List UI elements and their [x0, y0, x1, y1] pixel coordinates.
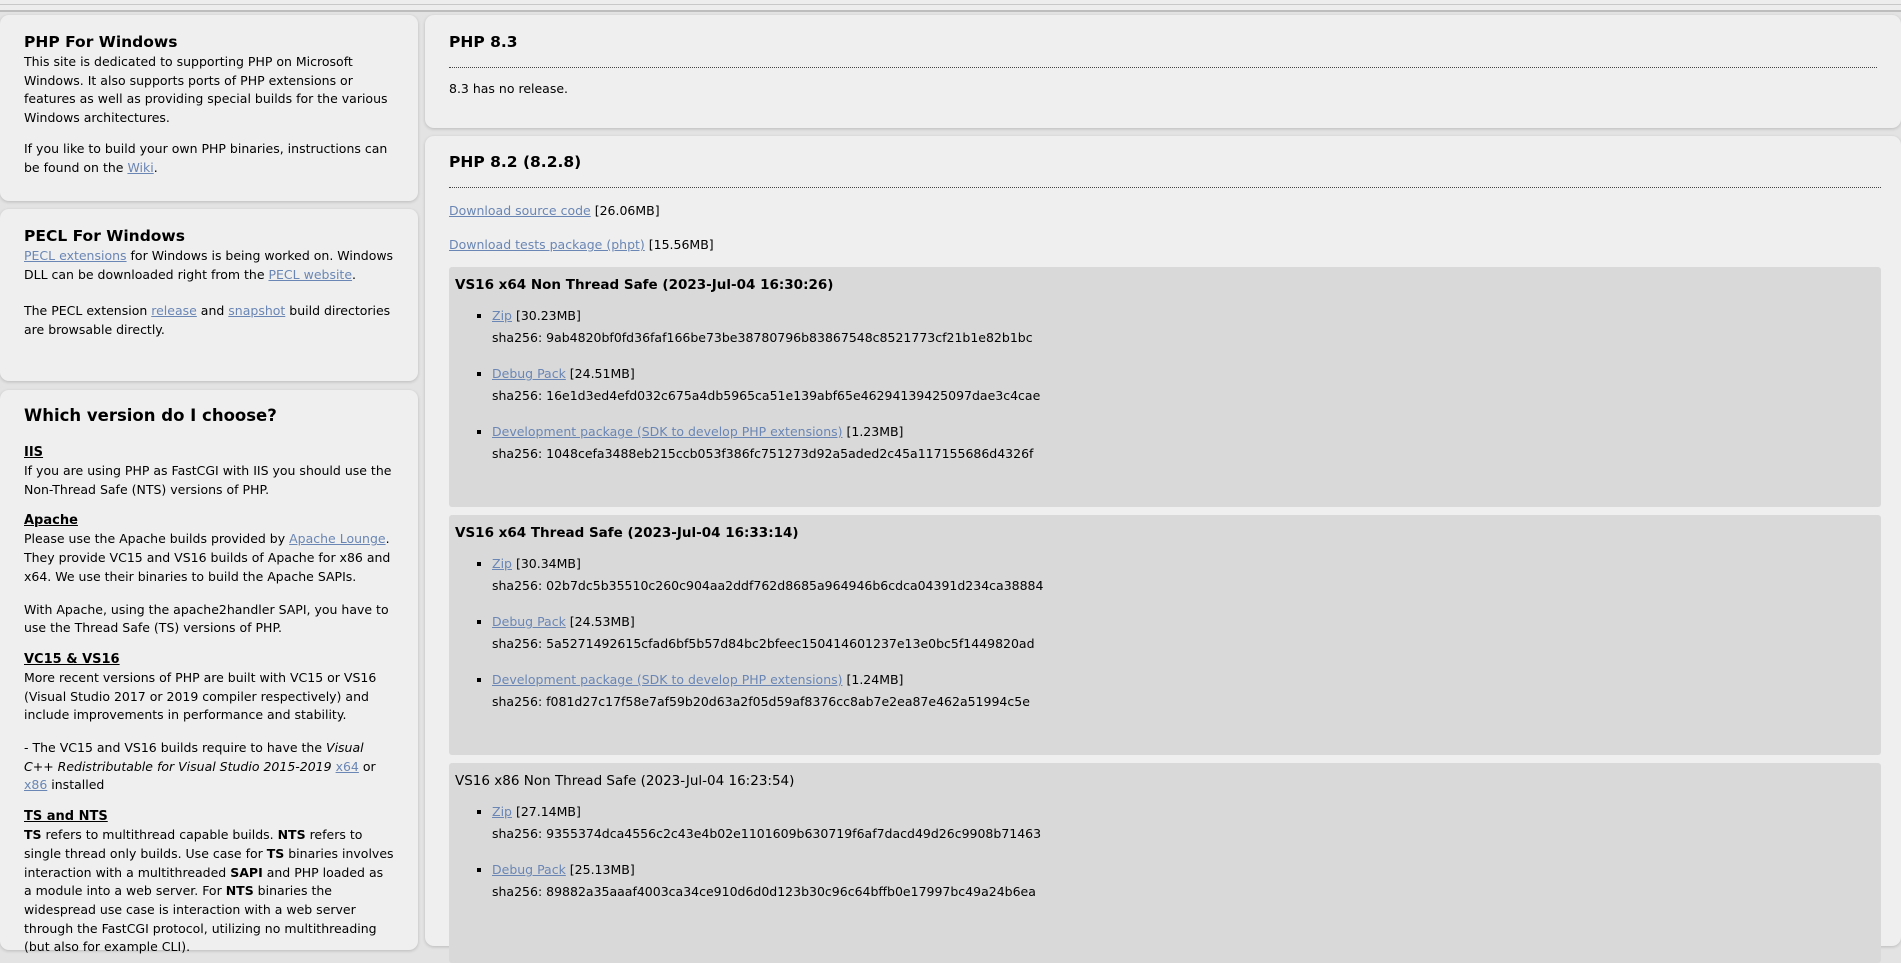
build-instructions-text: If you like to build your own PHP binari… [24, 140, 388, 175]
browser-top-border [0, 0, 1901, 12]
snapshot-link[interactable]: snapshot [228, 303, 285, 318]
build-file-list: Zip [27.14MB] sha256: 9355374dca4556c2c4… [455, 803, 1875, 901]
vc-x64-link[interactable]: x64 [336, 759, 359, 774]
iis-heading: IIS [24, 445, 44, 460]
build-vs16-x64-ts: VS16 x64 Thread Safe (2023-Jul-04 16:33:… [449, 515, 1881, 755]
debug-pack-link[interactable]: Debug Pack [492, 614, 566, 629]
wiki-link[interactable]: Wiki [127, 160, 153, 175]
sha256-hash: sha256: f081d27c17f58e7af59b20d63a2f05d5… [492, 694, 1030, 709]
vc-heading: VC15 & VS16 [24, 651, 120, 667]
build-file-list: Zip [30.34MB] sha256: 02b7dc5b35510c260c… [455, 555, 1875, 711]
php-83-status: 8.3 has no release. [449, 81, 569, 96]
php-83-divider [449, 67, 1877, 68]
list-item: Zip [30.34MB] sha256: 02b7dc5b35510c260c… [492, 555, 1875, 595]
build-vs16-x86-nts: VS16 x86 Non Thread Safe (2023-Jul-04 16… [449, 763, 1881, 963]
build-vs16-x64-nts: VS16 x64 Non Thread Safe (2023-Jul-04 16… [449, 267, 1881, 507]
build-title: VS16 x86 Non Thread Safe (2023-Jul-04 16… [455, 773, 795, 789]
php-82-divider [449, 187, 1881, 188]
vc-text-1: More recent versions of PHP are built wi… [24, 669, 377, 723]
build-title: VS16 x64 Thread Safe (2023-Jul-04 16:33:… [455, 525, 799, 541]
pecl-intro: PECL extensions for Windows is being wor… [24, 248, 394, 282]
sha256-hash: sha256: 16e1d3ed4efd032c675a4db5965ca51e… [492, 388, 1041, 403]
php-83-title: PHP 8.3 [449, 33, 518, 51]
apache-text-1: Please use the Apache builds provided by… [24, 531, 391, 584]
build-title: VS16 x64 Non Thread Safe (2023-Jul-04 16… [455, 277, 834, 293]
apache-heading: Apache [24, 513, 78, 529]
php-82-panel: PHP 8.2 (8.2.8) Download source code [26… [425, 136, 1901, 963]
sha256-hash: sha256: 1048cefa3488eb215ccb053f386fc751… [492, 446, 1034, 461]
php-for-windows-title: PHP For Windows [24, 33, 178, 51]
list-item: Debug Pack [24.53MB] sha256: 5a527149261… [492, 613, 1875, 653]
list-item: Debug Pack [24.51MB] sha256: 16e1d3ed4ef… [492, 365, 1875, 405]
debug-pack-link[interactable]: Debug Pack [492, 862, 566, 877]
list-item: Zip [30.23MB] sha256: 9ab4820bf0fd36faf1… [492, 307, 1875, 347]
iis-text: If you are using PHP as FastCGI with IIS… [24, 463, 392, 497]
sha256-hash: sha256: 89882a35aaaf4003ca34ce910d6d0d12… [492, 884, 1036, 899]
ts-nts-text: TS refers to multithread capable builds.… [24, 827, 394, 955]
source-size: [26.06MB] [590, 203, 660, 218]
download-tests-link[interactable]: Download tests package (phpt) [449, 237, 645, 252]
php-for-windows-intro: This site is dedicated to supporting PHP… [24, 54, 388, 126]
zip-link[interactable]: Zip [492, 308, 512, 323]
sha256-hash: sha256: 9355374dca4556c2c43e4b02e1101609… [492, 826, 1042, 841]
release-link[interactable]: release [151, 303, 197, 318]
apache-text-2: With Apache, using the apache2handler SA… [24, 601, 389, 636]
list-item: Development package (SDK to develop PHP … [492, 423, 1875, 463]
vc-x86-link[interactable]: x86 [24, 777, 47, 792]
zip-link[interactable]: Zip [492, 804, 512, 819]
list-item: Zip [27.14MB] sha256: 9355374dca4556c2c4… [492, 803, 1875, 843]
sha256-hash: sha256: 02b7dc5b35510c260c904aa2ddf762d8… [492, 578, 1044, 593]
ts-nts-heading: TS and NTS [24, 809, 108, 825]
vc-text-2: - The VC15 and VS16 builds require to ha… [24, 740, 376, 793]
php-82-title: PHP 8.2 (8.2.8) [449, 153, 582, 171]
tests-size: [15.56MB] [644, 237, 714, 252]
list-item: Debug Pack [25.13MB] sha256: 89882a35aaa… [492, 861, 1875, 901]
source-download-row: Download source code [26.06MB] [449, 202, 1881, 220]
debug-pack-link[interactable]: Debug Pack [492, 366, 566, 381]
list-item: Development package (SDK to develop PHP … [492, 671, 1875, 711]
php-83-panel: PHP 8.3 8.3 has no release. [425, 15, 1901, 128]
pecl-title: PECL For Windows [24, 227, 185, 245]
sha256-hash: sha256: 9ab4820bf0fd36faf166be73be387807… [492, 330, 1033, 345]
pecl-directories-text: The PECL extension release and snapshot … [24, 303, 391, 338]
tests-download-row: Download tests package (phpt) [15.56MB] [449, 236, 1881, 254]
pecl-extensions-link[interactable]: PECL extensions [24, 248, 127, 263]
which-version-title: Which version do I choose? [24, 406, 277, 425]
pecl-panel: PECL For Windows PECL extensions for Win… [0, 209, 418, 381]
dev-package-link[interactable]: Development package (SDK to develop PHP … [492, 424, 843, 439]
download-source-link[interactable]: Download source code [449, 203, 591, 218]
sha256-hash: sha256: 5a5271492615cfad6bf5b57d84bc2bfe… [492, 636, 1035, 651]
dev-package-link[interactable]: Development package (SDK to develop PHP … [492, 672, 843, 687]
build-file-list: Zip [30.23MB] sha256: 9ab4820bf0fd36faf1… [455, 307, 1875, 463]
pecl-website-link[interactable]: PECL website [269, 267, 353, 282]
zip-link[interactable]: Zip [492, 556, 512, 571]
which-version-panel: Which version do I choose? IIS If you ar… [0, 390, 418, 954]
php-for-windows-panel: PHP For Windows This site is dedicated t… [0, 15, 418, 201]
apache-lounge-link[interactable]: Apache Lounge [289, 531, 385, 546]
